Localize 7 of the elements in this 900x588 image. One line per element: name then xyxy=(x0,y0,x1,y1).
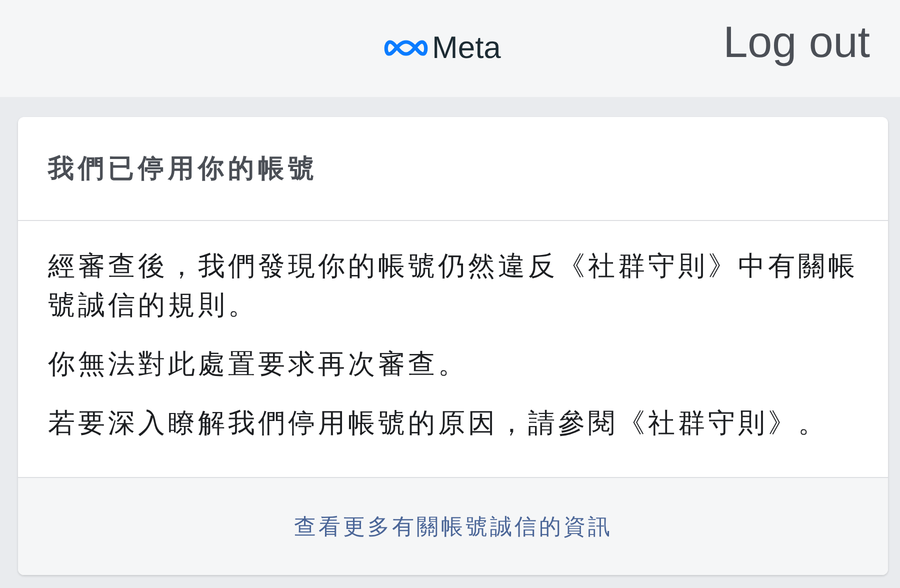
brand-name: Meta xyxy=(432,30,501,66)
paragraph: 你無法對此處置要求再次審查。 xyxy=(48,348,469,382)
paragraph: 經審查後，我們發現你的帳號仍然違反《社群守則》中有關帳號誠信的規則。 xyxy=(48,250,858,323)
more-info-link[interactable]: 查看更多有關帳號誠信的資訊 xyxy=(294,512,612,542)
paragraph: 若要深入瞭解我們停用帳號的原因，請參閱《社群守則》。 xyxy=(48,407,829,441)
logout-link[interactable]: Log out xyxy=(723,18,870,68)
card-title: 我們已停用你的帳號 xyxy=(48,153,318,186)
